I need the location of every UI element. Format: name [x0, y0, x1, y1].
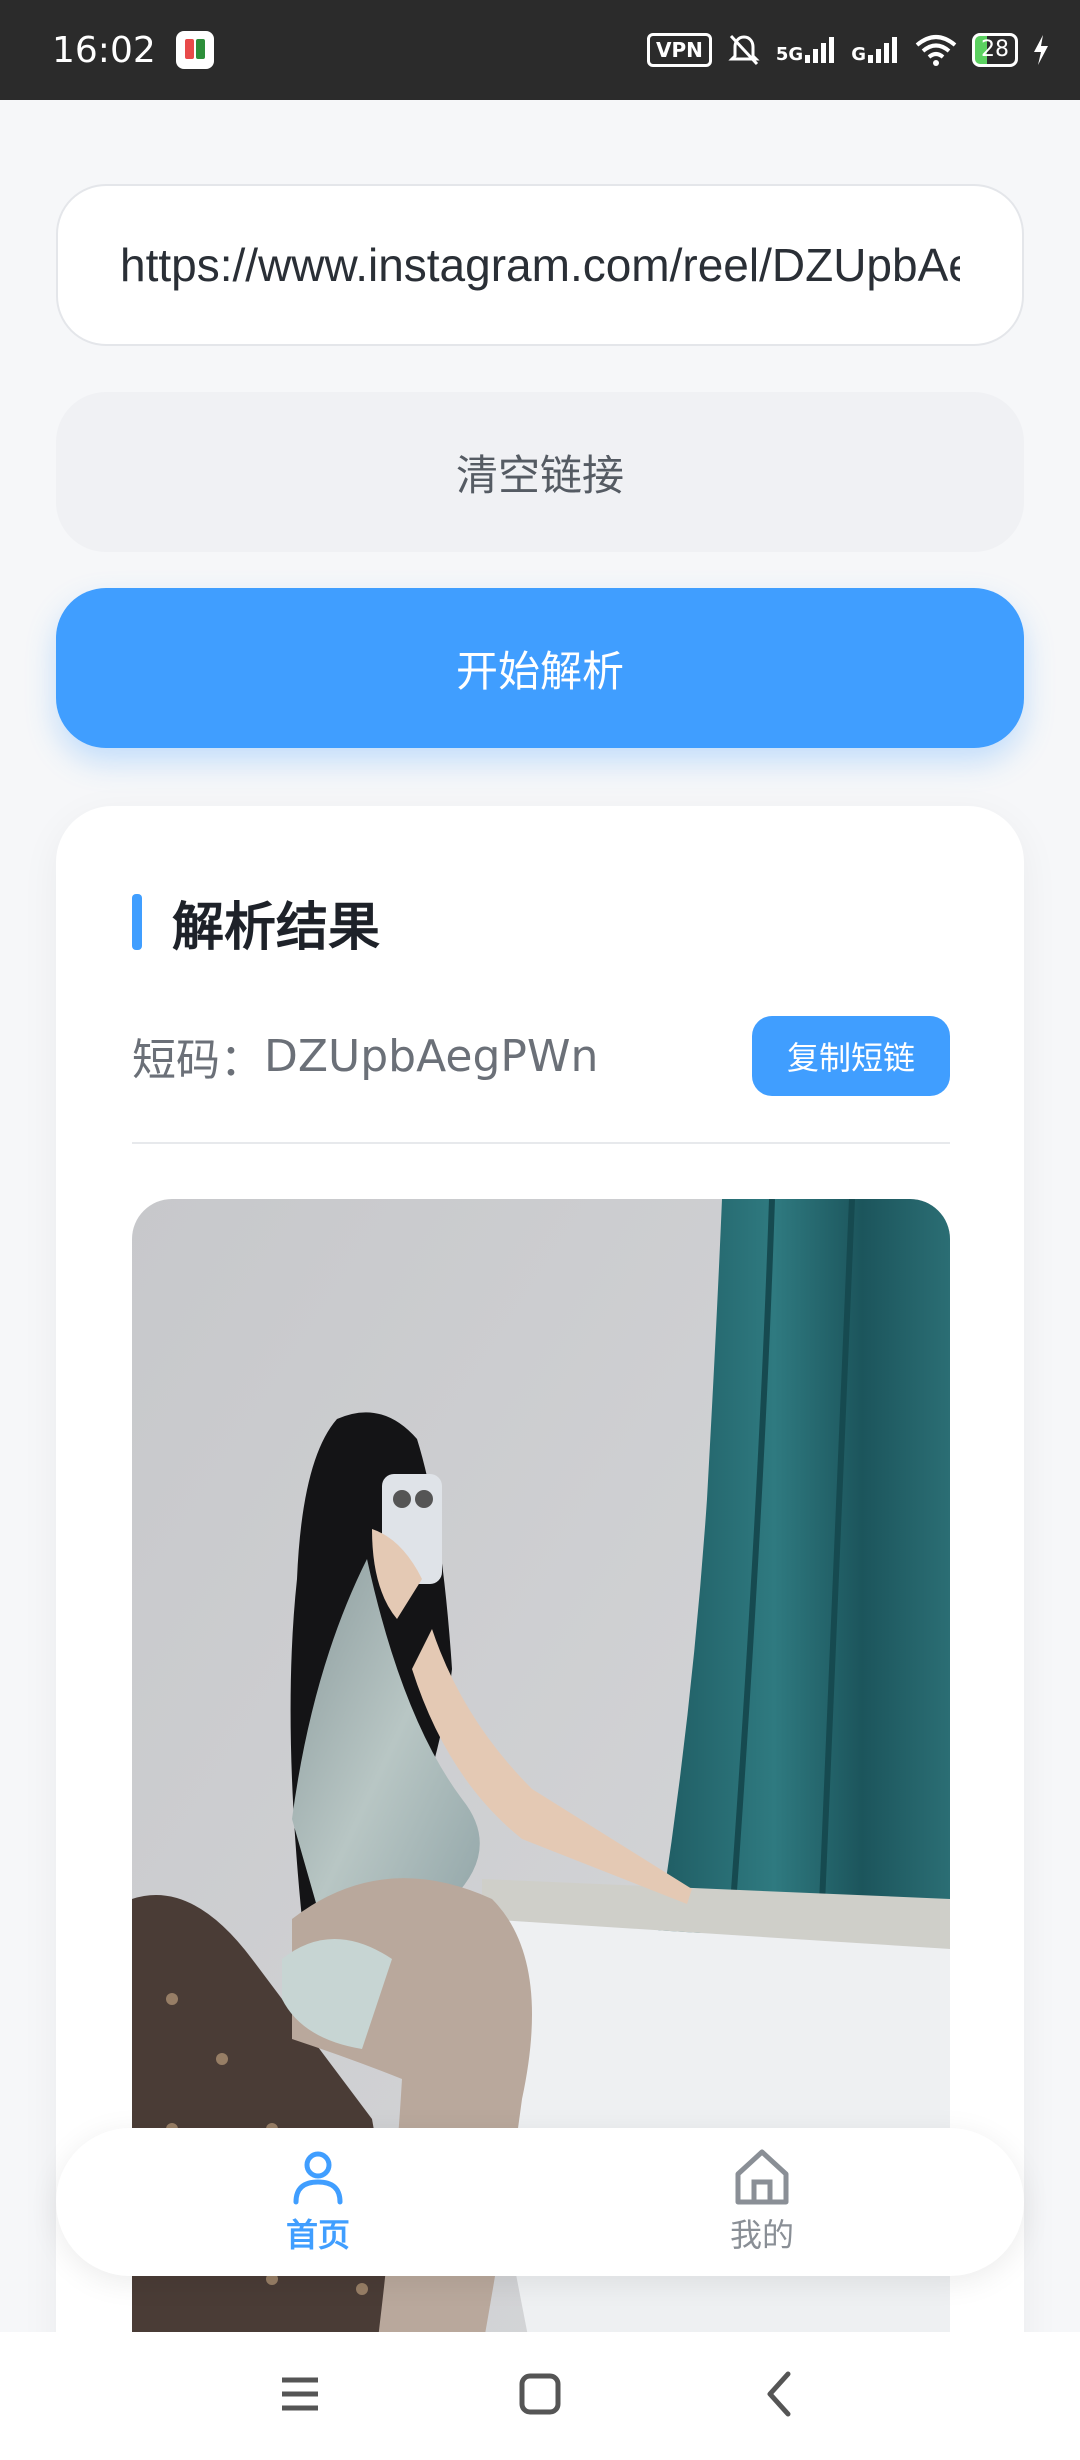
copy-short-link-button[interactable]: 复制短链	[752, 1016, 950, 1096]
status-time: 16:02	[52, 29, 156, 71]
house-icon	[735, 2149, 789, 2205]
vpn-icon: VPN	[647, 33, 712, 67]
title-accent-bar	[132, 894, 142, 950]
charging-icon	[1034, 35, 1048, 65]
system-nav-bar	[0, 2332, 1080, 2460]
tab-home-label: 首页	[285, 2216, 350, 2254]
wifi-icon	[915, 35, 957, 66]
status-icons: VPN 5G G 28	[647, 32, 1050, 68]
menu-icon[interactable]	[268, 2362, 332, 2426]
short-code-row: 短码： DZUpbAegPWn 复制短链	[132, 1016, 950, 1096]
back-icon[interactable]	[748, 2362, 812, 2426]
short-code-value: DZUpbAegPWn	[264, 1030, 599, 1082]
signal-2-icon: G	[851, 35, 900, 65]
signal-2-label: G	[851, 44, 866, 65]
tab-mine[interactable]: 我的	[662, 2146, 862, 2264]
start-parse-button[interactable]: 开始解析	[56, 588, 1024, 748]
result-title: 解析结果	[132, 892, 380, 958]
signal-icon: 5G	[776, 35, 837, 65]
short-code-label: 短码：	[132, 1035, 264, 1086]
clear-link-button[interactable]: 清空链接	[56, 392, 1024, 552]
divider	[132, 1142, 950, 1144]
status-bar: 16:02 VPN 5G G 28	[0, 0, 1080, 100]
mute-bell-icon	[728, 34, 760, 66]
tab-mine-label: 我的	[729, 2216, 794, 2254]
user-icon	[293, 2151, 343, 2205]
url-input[interactable]	[118, 237, 962, 293]
url-input-container[interactable]	[56, 184, 1024, 346]
result-title-text: 解析结果	[172, 897, 381, 958]
bottom-tab-bar: 首页 我的	[56, 2128, 1024, 2276]
battery-icon: 28	[972, 33, 1018, 67]
app-notification-icon	[175, 31, 214, 69]
signal-1-label: 5G	[775, 44, 804, 65]
tab-home[interactable]: 首页	[218, 2146, 418, 2264]
home-square-icon[interactable]	[508, 2362, 572, 2426]
